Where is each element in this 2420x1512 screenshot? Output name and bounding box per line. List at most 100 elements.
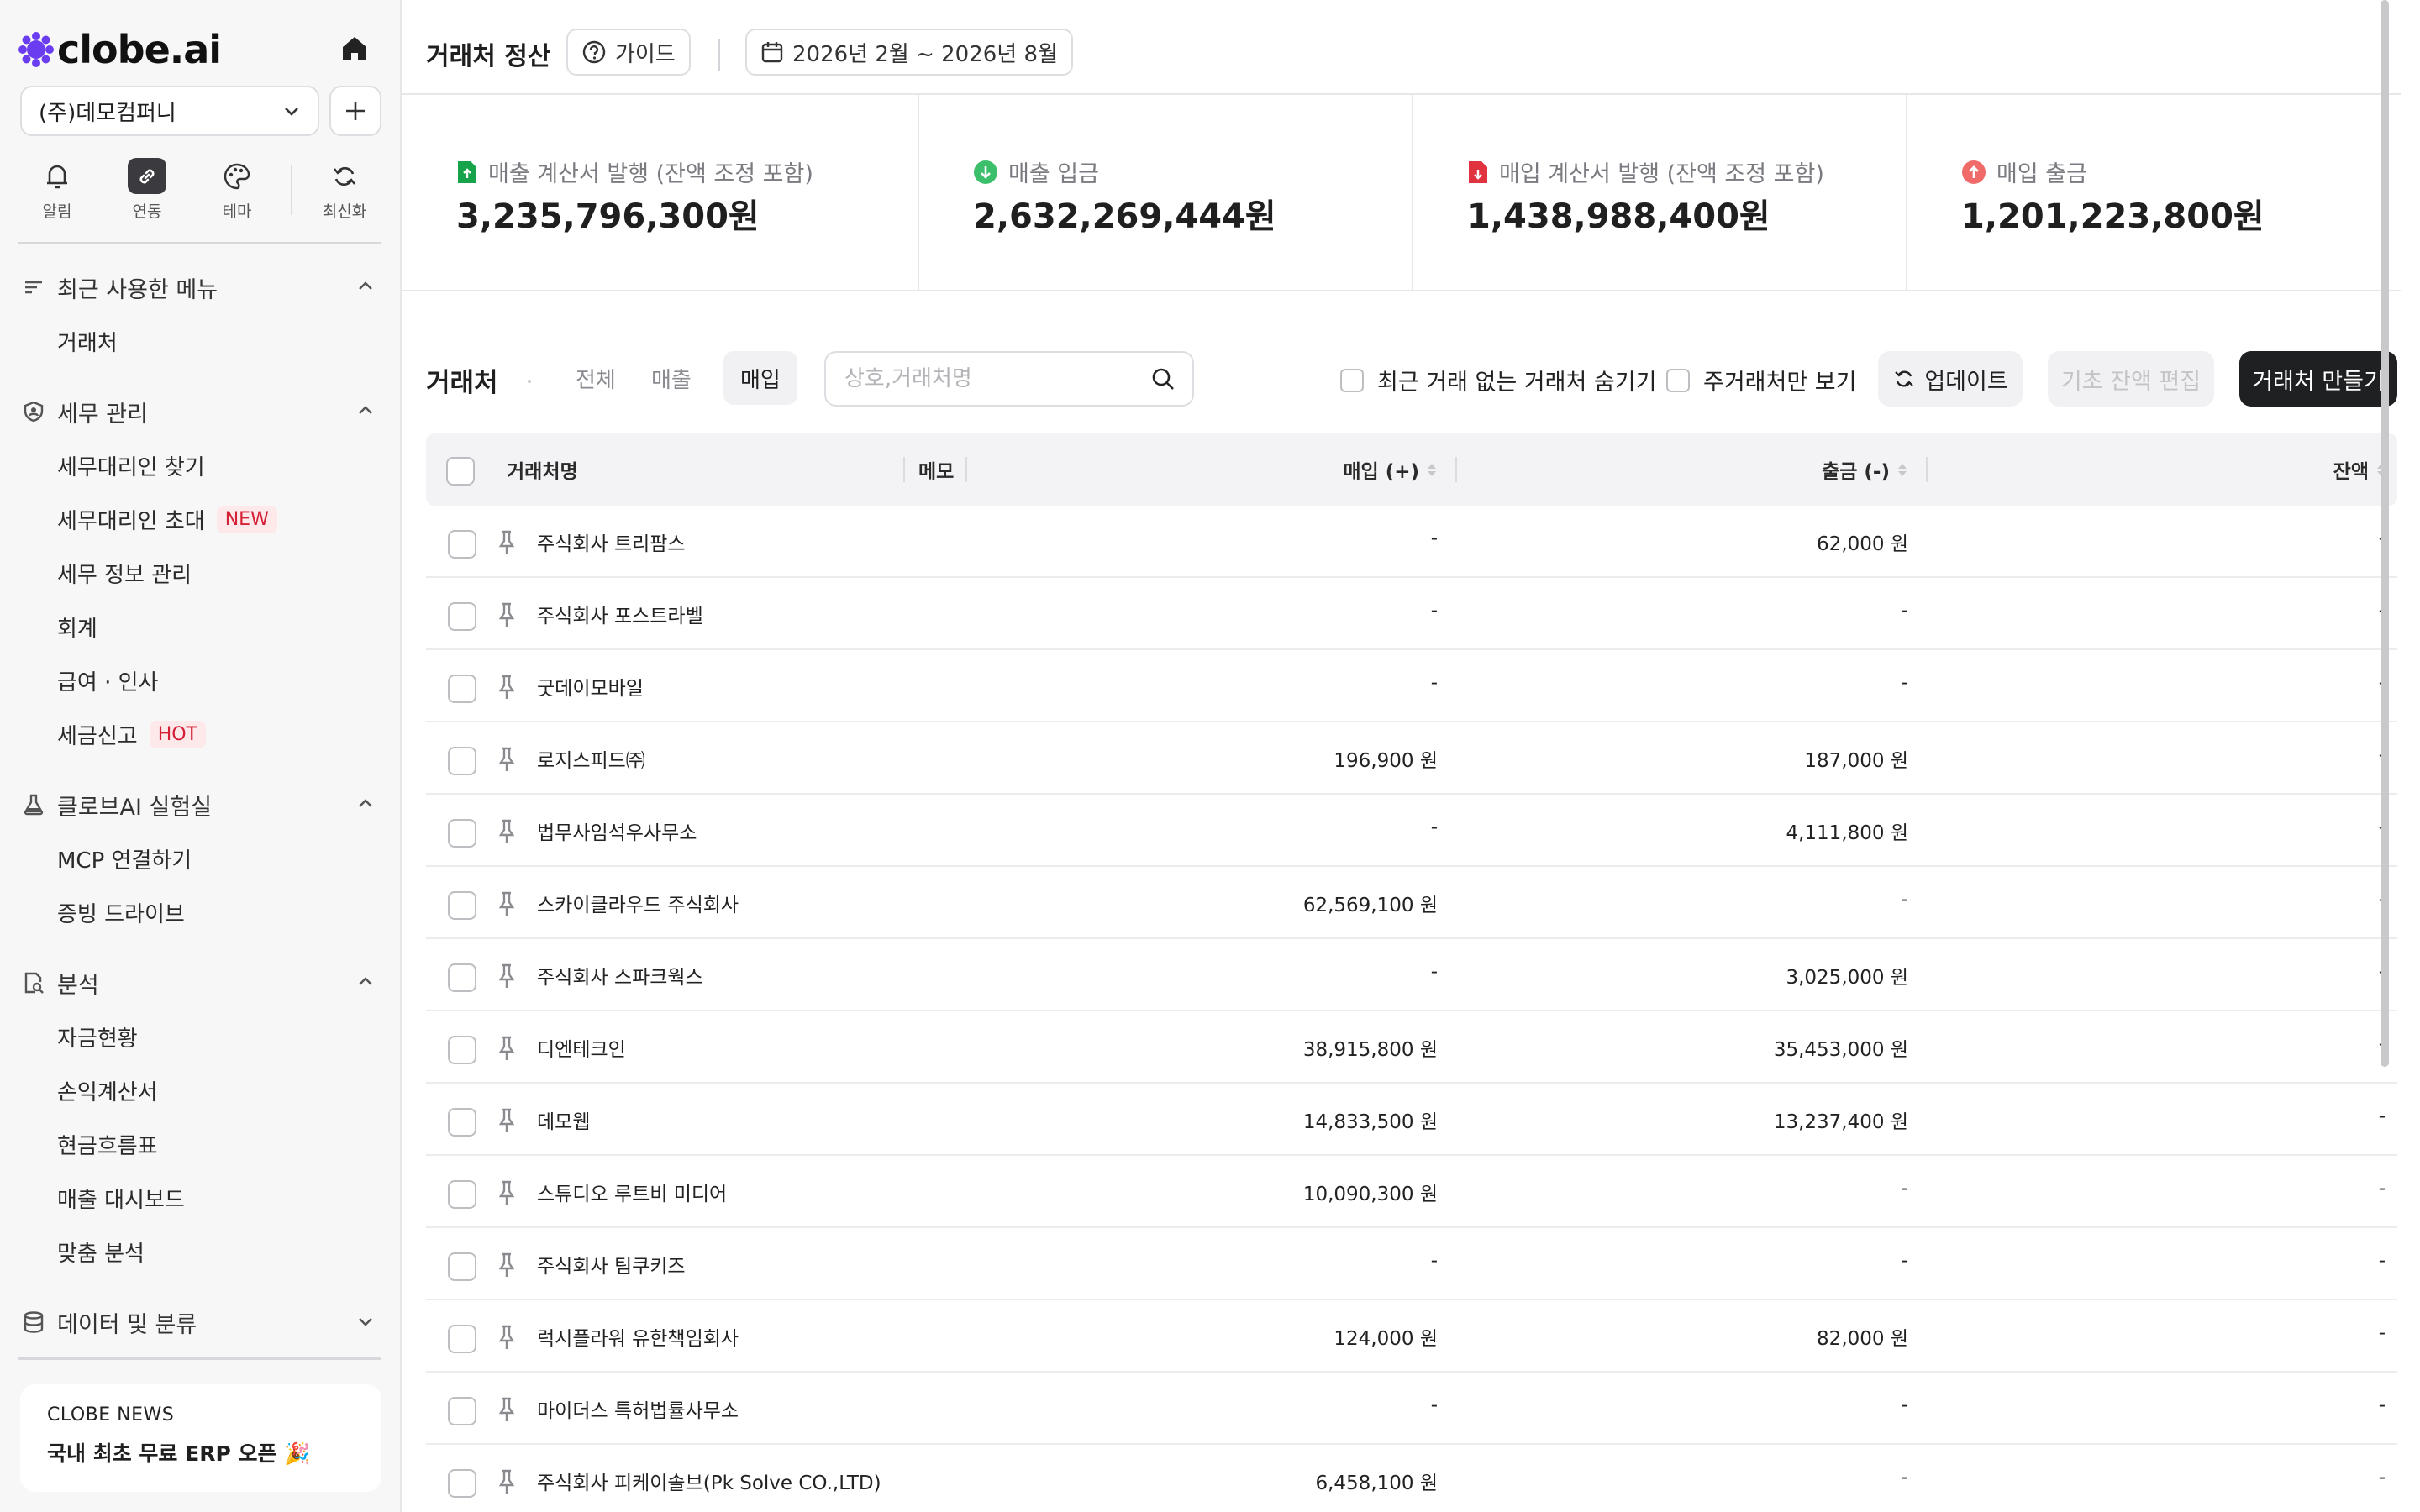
- row-checkbox[interactable]: [448, 1180, 476, 1209]
- sidebar-item-sales-dashboard[interactable]: 매출 대시보드: [57, 1181, 185, 1215]
- partner-name[interactable]: 마이더스 특허법률사무소: [537, 1394, 739, 1423]
- checkbox[interactable]: [1666, 368, 1690, 392]
- table-row[interactable]: 스튜디오 루트비 미디어 10,090,300 원 - -: [426, 1156, 2397, 1228]
- pin-icon[interactable]: [496, 963, 518, 990]
- partner-name[interactable]: 굿데이모바일: [537, 672, 644, 701]
- row-checkbox[interactable]: [448, 530, 476, 559]
- sidebar-item-custom-analysis[interactable]: 맞춤 분석: [57, 1235, 145, 1268]
- table-row[interactable]: 주식회사 포스트라벨---: [426, 578, 2397, 650]
- row-checkbox[interactable]: [448, 747, 476, 775]
- table-row[interactable]: 주식회사 피케이솔브(Pk Solve CO.,LTD) 6,458,100 원 -…: [426, 1445, 2397, 1512]
- sidebar-item-income-statement[interactable]: 손익계산서: [57, 1074, 158, 1107]
- row-checkbox[interactable]: [448, 819, 476, 848]
- tab-sales[interactable]: 매출: [634, 351, 708, 405]
- sidebar-item-accounting[interactable]: 회계: [57, 610, 97, 643]
- row-checkbox[interactable]: [448, 891, 476, 920]
- tab-purchase[interactable]: 매입: [723, 351, 797, 405]
- create-partner-button[interactable]: 거래처 만들기: [2239, 351, 2397, 407]
- section-recent[interactable]: 최근 사용한 메뉴: [22, 270, 375, 304]
- partner-name[interactable]: 스카이클라우드 주식회사: [537, 889, 739, 917]
- sidebar-item-cashflow[interactable]: 현금흐름표: [57, 1127, 158, 1161]
- guide-button[interactable]: 가이드: [566, 29, 691, 76]
- tool-theme[interactable]: 테마: [197, 158, 277, 222]
- sidebar-item-find-agent[interactable]: 세무대리인 찾기: [57, 449, 205, 482]
- partner-name[interactable]: 법무사임석우사무소: [537, 816, 697, 845]
- pin-icon[interactable]: [496, 1179, 518, 1206]
- table-row[interactable]: 법무사임석우사무소-4,111,800 원-: [426, 795, 2397, 867]
- table-row[interactable]: 디엔테크인38,915,800 원35,453,000 원-: [426, 1011, 2397, 1084]
- search-icon[interactable]: [1150, 366, 1176, 391]
- column-header-purchase[interactable]: 매입 (+): [1343, 433, 1436, 506]
- row-checkbox[interactable]: [448, 1036, 476, 1064]
- row-checkbox[interactable]: [448, 675, 476, 703]
- sidebar-item-partners[interactable]: 거래처: [57, 324, 118, 358]
- pin-icon[interactable]: [496, 1324, 518, 1351]
- edit-opening-balance-button[interactable]: 기초 잔액 편집: [2048, 351, 2214, 407]
- sidebar-item-evidence-drive[interactable]: 증빙 드라이브: [57, 895, 185, 929]
- section-ai-lab[interactable]: 클로브AI 실험실: [22, 788, 375, 822]
- sidebar-item-payroll[interactable]: 급여 · 인사: [57, 664, 158, 697]
- row-checkbox[interactable]: [448, 1397, 476, 1425]
- partner-name[interactable]: 데모웹: [537, 1105, 590, 1134]
- table-row[interactable]: 스카이클라우드 주식회사62,569,100 원--: [426, 867, 2397, 939]
- sidebar-item-funds[interactable]: 자금현황: [57, 1020, 138, 1053]
- update-button[interactable]: 업데이트: [1878, 351, 2023, 407]
- row-checkbox[interactable]: [448, 1108, 476, 1137]
- select-all-checkbox[interactable]: [446, 457, 475, 486]
- column-header-withdraw[interactable]: 출금 (-): [1822, 433, 1907, 506]
- pin-icon[interactable]: [496, 674, 518, 701]
- table-row[interactable]: 로지스피드㈜196,900 원187,000 원-: [426, 722, 2397, 795]
- scrollbar[interactable]: [2381, 0, 2389, 1067]
- table-row[interactable]: 마이더스 특허법률사무소 - - -: [426, 1373, 2397, 1445]
- partner-name[interactable]: 로지스피드㈜: [537, 744, 645, 773]
- pin-icon[interactable]: [496, 818, 518, 845]
- table-row[interactable]: 데모웹 14,833,500 원 13,237,400 원 -: [426, 1084, 2397, 1156]
- table-row[interactable]: 굿데이모바일---: [426, 650, 2397, 722]
- partner-name[interactable]: 주식회사 트리팜스: [537, 528, 686, 556]
- partner-name[interactable]: 디엔테크인: [537, 1033, 626, 1062]
- section-tax[interactable]: 세무 관리: [22, 395, 375, 428]
- main-partners-only-toggle[interactable]: 주거래처만 보기: [1666, 364, 1856, 396]
- tab-all[interactable]: 전체: [559, 351, 633, 405]
- row-checkbox[interactable]: [448, 963, 476, 992]
- table-row[interactable]: 주식회사 팀쿠키즈 - - -: [426, 1228, 2397, 1300]
- row-checkbox[interactable]: [448, 602, 476, 631]
- sidebar-item-mcp[interactable]: MCP 연결하기: [57, 842, 192, 875]
- section-data[interactable]: 데이터 및 분류: [22, 1305, 375, 1339]
- column-header-name[interactable]: 거래처명: [507, 433, 578, 506]
- row-checkbox[interactable]: [448, 1469, 476, 1498]
- logo[interactable]: clobe.ai: [18, 27, 222, 72]
- pin-icon[interactable]: [496, 529, 518, 556]
- tool-integrations[interactable]: 연동: [107, 158, 187, 222]
- pin-icon[interactable]: [496, 601, 518, 628]
- date-range-picker[interactable]: 2026년 2월 ~ 2026년 8월: [745, 29, 1073, 76]
- column-header-memo[interactable]: 메모: [918, 433, 954, 506]
- pin-icon[interactable]: [496, 1396, 518, 1423]
- news-card[interactable]: CLOBE NEWS 국내 최초 무료 ERP 오픈 🎉: [20, 1384, 381, 1492]
- table-row[interactable]: 주식회사 트리팜스-62,000 원-: [426, 506, 2397, 578]
- pin-icon[interactable]: [496, 1035, 518, 1062]
- row-checkbox[interactable]: [448, 1252, 476, 1281]
- tool-notifications[interactable]: 알림: [17, 158, 97, 222]
- tool-refresh[interactable]: 최신화: [304, 158, 385, 222]
- partner-name[interactable]: 스튜디오 루트비 미디어: [537, 1178, 727, 1206]
- partner-name[interactable]: 럭시플라워 유한책임회사: [537, 1322, 739, 1351]
- section-analysis[interactable]: 분석: [22, 966, 375, 1000]
- sidebar-item-tax-info[interactable]: 세무 정보 관리: [57, 556, 192, 590]
- partner-name[interactable]: 주식회사 팀쿠키즈: [537, 1250, 686, 1278]
- partner-name[interactable]: 주식회사 피케이솔브(Pk Solve CO.,LTD): [537, 1467, 881, 1495]
- home-icon[interactable]: [336, 30, 373, 67]
- sidebar-item-tax-filing[interactable]: 세금신고 HOT: [57, 717, 206, 751]
- add-company-button[interactable]: [329, 86, 381, 136]
- checkbox[interactable]: [1340, 368, 1364, 392]
- partner-name[interactable]: 주식회사 포스트라벨: [537, 600, 703, 628]
- pin-icon[interactable]: [496, 1252, 518, 1278]
- pin-icon[interactable]: [496, 1468, 518, 1495]
- search-input[interactable]: [844, 366, 1122, 391]
- company-selector[interactable]: (주)데모컴퍼니: [20, 86, 319, 136]
- row-checkbox[interactable]: [448, 1325, 476, 1353]
- table-row[interactable]: 럭시플라워 유한책임회사 124,000 원 82,000 원 -: [426, 1300, 2397, 1373]
- partner-name[interactable]: 주식회사 스파크웍스: [537, 961, 703, 990]
- sidebar-item-invite-agent[interactable]: 세무대리인 초대 NEW: [57, 502, 277, 536]
- pin-icon[interactable]: [496, 1107, 518, 1134]
